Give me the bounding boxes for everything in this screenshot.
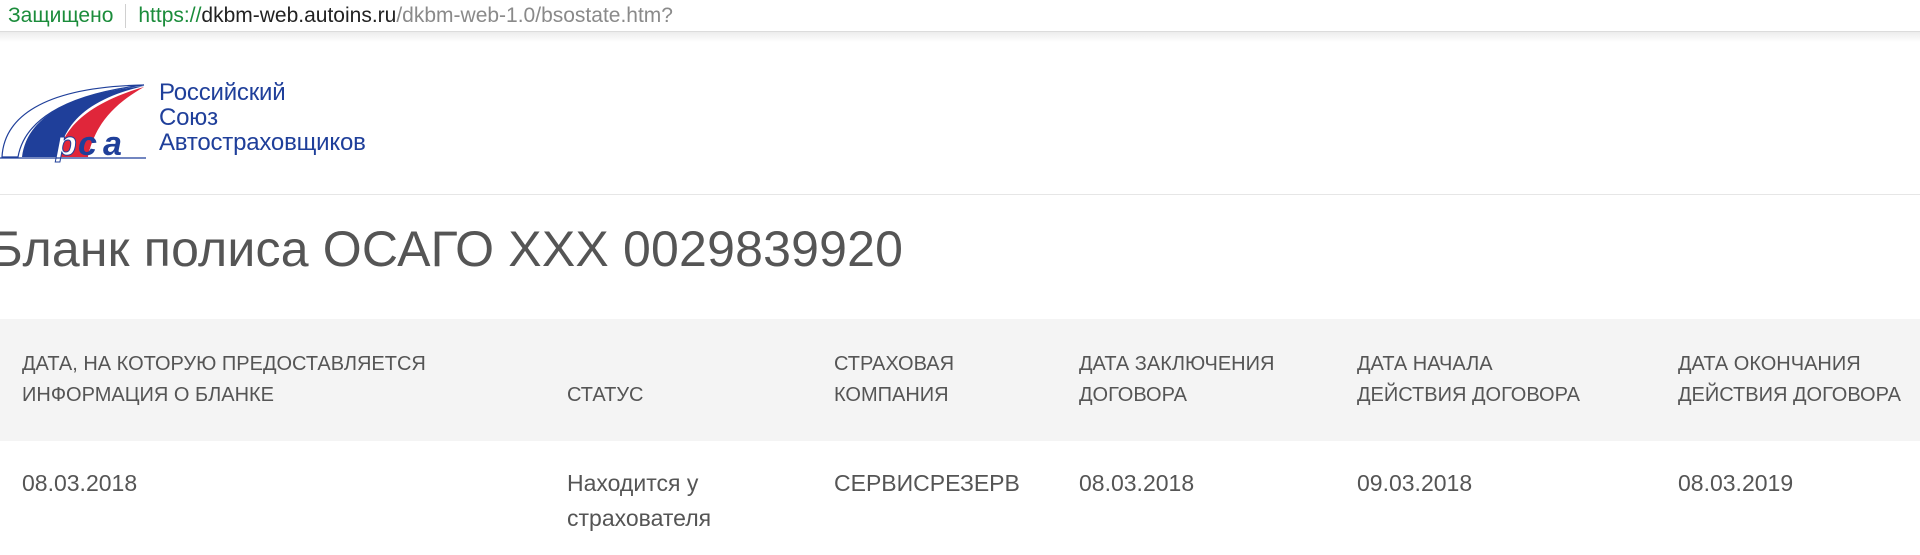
header-line: ДОГОВОРА	[1079, 384, 1187, 406]
header-insurer: СТРАХОВАЯ КОМПАНИЯ	[834, 349, 954, 411]
header-line: ДАТА НАЧАЛА	[1357, 353, 1493, 375]
url-path: /dkbm-web-1.0/bsostate.htm?	[396, 3, 673, 27]
rsa-logo[interactable]: р с а Российский Союз Автостраховщиков	[0, 75, 400, 165]
header-line: ДАТА ОКОНЧАНИЯ	[1678, 353, 1861, 375]
toolbar-shadow	[0, 32, 1920, 42]
svg-text:а: а	[103, 125, 122, 163]
cell-line: 09.03.2018	[1357, 470, 1473, 496]
logo-line-3: Автостраховщиков	[159, 129, 366, 156]
secure-label[interactable]: Защищено	[0, 3, 127, 28]
cell-line: 08.03.2018	[22, 470, 138, 496]
header-line: СТАТУС	[567, 384, 644, 406]
cell-info-date: 08.03.2018	[22, 466, 137, 501]
header-line: ДЕЙСТВИЯ ДОГОВОРА	[1357, 384, 1580, 406]
header-end-date: ДАТА ОКОНЧАНИЯ ДЕЙСТВИЯ ДОГОВОРА	[1678, 349, 1901, 411]
address-bar[interactable]: Защищено https://dkbm-web.autoins.ru/dkb…	[0, 0, 1920, 32]
header-start-date: ДАТА НАЧАЛА ДЕЙСТВИЯ ДОГОВОРА	[1357, 349, 1580, 411]
header-status: СТАТУС	[567, 349, 643, 411]
cell-end-date: 08.03.2019	[1678, 466, 1793, 501]
header-line: ДАТА ЗАКЛЮЧЕНИЯ	[1079, 353, 1275, 375]
logo-line-2: Союз	[159, 104, 218, 131]
cell-line: страхователя	[567, 505, 712, 531]
page-title: Бланк полиса ОСАГО XXX 0029839920	[0, 221, 904, 277]
cell-insurer: СЕРВИСРЕЗЕРВ	[834, 466, 1020, 501]
logo-text: Российский Союз Автостраховщиков	[159, 80, 366, 155]
header-divider	[0, 194, 1920, 195]
header-info-date: ДАТА, НА КОТОРУЮ ПРЕДОСТАВЛЯЕТСЯ ИНФОРМА…	[22, 349, 426, 411]
svg-text:р: р	[55, 125, 77, 163]
svg-text:с: с	[78, 125, 97, 163]
cell-line: 08.03.2018	[1079, 470, 1195, 496]
cell-line: Находится у	[567, 470, 699, 496]
header-line: ИНФОРМАЦИЯ О БЛАНКЕ	[22, 384, 275, 406]
cell-status: Находится у страхователя	[567, 466, 711, 536]
header-line: СТРАХОВАЯ	[834, 353, 955, 375]
url-text[interactable]: https://dkbm-web.autoins.ru/dkbm-web-1.0…	[126, 4, 673, 28]
cell-line: 08.03.2019	[1678, 470, 1794, 496]
header-line: ДЕЙСТВИЯ ДОГОВОРА	[1678, 384, 1901, 406]
header-contract-date: ДАТА ЗАКЛЮЧЕНИЯ ДОГОВОРА	[1079, 349, 1274, 411]
cell-start-date: 09.03.2018	[1357, 466, 1472, 501]
header-line: ДАТА, НА КОТОРУЮ ПРЕДОСТАВЛЯЕТСЯ	[22, 353, 426, 375]
cell-contract-date: 08.03.2018	[1079, 466, 1194, 501]
cell-line: СЕРВИСРЕЗЕРВ	[834, 470, 1020, 496]
url-scheme: https://	[138, 3, 202, 27]
url-host: dkbm-web.autoins.ru	[201, 3, 397, 27]
header-line	[567, 349, 643, 380]
header-line: КОМПАНИЯ	[834, 384, 949, 406]
rsa-emblem-icon: р с а	[0, 84, 146, 163]
logo-line-1: Российский	[159, 79, 286, 106]
